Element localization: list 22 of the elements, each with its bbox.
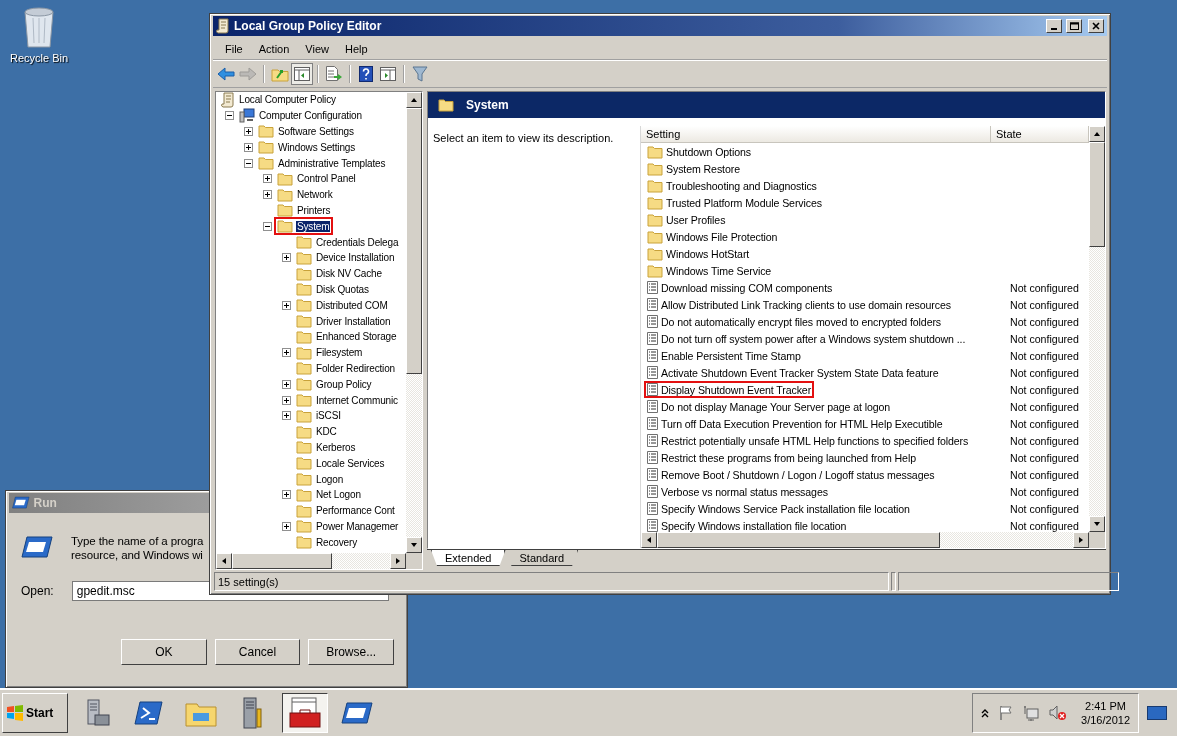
setting-state: Not configured <box>1009 281 1079 294</box>
setting-state: Not configured <box>1009 315 1079 328</box>
setting-state: Not configured <box>1009 434 1079 447</box>
prompt-text: Type the name of a progra <box>71 535 204 547</box>
prompt-text: resource, and Windows wi <box>71 549 204 561</box>
open-label: Open: <box>21 584 54 598</box>
setting-state: Not configured <box>1009 468 1079 481</box>
setting-state: Not configured <box>1009 400 1079 413</box>
window-title: Local Group Policy Editor <box>234 19 383 33</box>
setting-state: Not configured <box>1009 298 1079 311</box>
setting-state: Not configured <box>1009 332 1079 345</box>
description-text: Select an item to view its description. <box>433 132 614 144</box>
setting-state: Not configured <box>1009 366 1079 379</box>
setting-state: Not configured <box>1009 383 1079 396</box>
setting-state: Not configured <box>1009 349 1079 362</box>
pane-title: System <box>466 98 509 112</box>
setting-state: Not configured <box>1009 519 1079 532</box>
setting-state: Not configured <box>1009 417 1079 430</box>
setting-state: Not configured <box>1009 451 1079 464</box>
setting-state: Not configured <box>1009 502 1079 515</box>
status-text: 15 setting(s) <box>218 575 279 588</box>
setting-state: Not configured <box>1009 485 1079 498</box>
